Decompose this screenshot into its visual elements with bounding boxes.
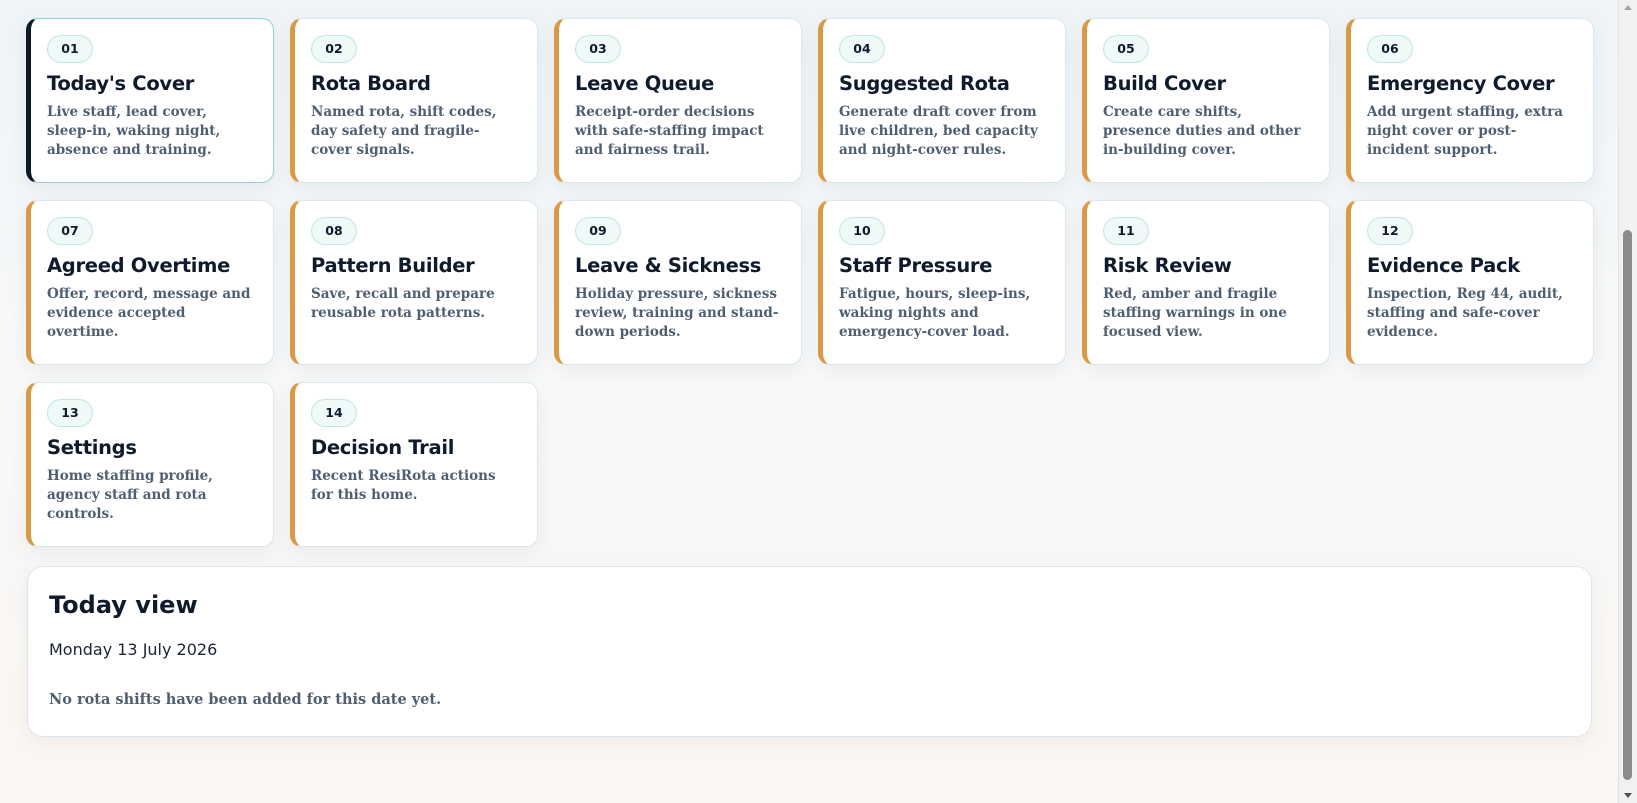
module-card-todays-cover[interactable]: 01 Today's Cover Live staff, lead cover,…: [26, 18, 274, 183]
module-title: Rota Board: [311, 72, 431, 95]
module-title: Evidence Pack: [1367, 254, 1520, 277]
module-card-pattern-builder[interactable]: 08 Pattern Builder Save, recall and prep…: [290, 200, 538, 365]
module-number-badge: 02: [311, 35, 357, 63]
module-number-badge: 14: [311, 399, 357, 427]
module-number-badge: 07: [47, 217, 93, 245]
module-number-badge: 03: [575, 35, 621, 63]
module-title: Staff Pressure: [839, 254, 993, 277]
module-title: Emergency Cover: [1367, 72, 1555, 95]
module-card-agreed-overtime[interactable]: 07 Agreed Overtime Offer, record, messag…: [26, 200, 274, 365]
module-number-badge: 08: [311, 217, 357, 245]
module-description: Live staff, lead cover, sleep-in, waking…: [47, 104, 221, 158]
today-view-panel: Today view Monday 13 July 2026 No rota s…: [27, 566, 1592, 737]
module-number-badge: 05: [1103, 35, 1149, 63]
module-description: Receipt-order decisions with safe-staffi…: [575, 104, 764, 158]
module-description: Generate draft cover from live children,…: [839, 104, 1038, 158]
module-grid: 01 Today's Cover Live staff, lead cover,…: [26, 18, 1594, 547]
module-description: Red, amber and fragile staffing warnings…: [1103, 286, 1287, 340]
module-title: Agreed Overtime: [47, 254, 231, 277]
page: 01 Today's Cover Live staff, lead cover,…: [0, 0, 1619, 803]
module-description: Named rota, shift codes, day safety and …: [311, 104, 497, 158]
module-description: Fatigue, hours, sleep-ins, waking nights…: [839, 286, 1031, 340]
module-card-build-cover[interactable]: 05 Build Cover Create care shifts, prese…: [1082, 18, 1330, 183]
empty-state-message: No rota shifts have been added for this …: [49, 691, 442, 708]
module-number-badge: 12: [1367, 217, 1413, 245]
module-title: Decision Trail: [311, 436, 455, 459]
scrollbar-thumb[interactable]: [1623, 230, 1632, 780]
module-description: Home staffing profile, agency staff and …: [47, 468, 213, 522]
module-title: Settings: [47, 436, 137, 459]
module-number-badge: 13: [47, 399, 93, 427]
module-number-badge: 11: [1103, 217, 1149, 245]
module-description: Inspection, Reg 44, audit, staffing and …: [1367, 286, 1563, 340]
scroll-up-arrow-icon[interactable]: [1624, 5, 1632, 10]
module-number-badge: 01: [47, 35, 93, 63]
vertical-scrollbar[interactable]: [1618, 0, 1637, 803]
module-number-badge: 04: [839, 35, 885, 63]
module-card-leave-queue[interactable]: 03 Leave Queue Receipt-order decisions w…: [554, 18, 802, 183]
module-card-rota-board[interactable]: 02 Rota Board Named rota, shift codes, d…: [290, 18, 538, 183]
module-title: Risk Review: [1103, 254, 1232, 277]
today-date: Monday 13 July 2026: [49, 640, 218, 659]
module-description: Add urgent staffing, extra night cover o…: [1367, 104, 1563, 158]
module-card-settings[interactable]: 13 Settings Home staffing profile, agenc…: [26, 382, 274, 547]
module-description: Holiday pressure, sickness review, train…: [575, 286, 779, 340]
module-card-risk-review[interactable]: 11 Risk Review Red, amber and fragile st…: [1082, 200, 1330, 365]
module-number-badge: 09: [575, 217, 621, 245]
module-card-leave-sickness[interactable]: 09 Leave & Sickness Holiday pressure, si…: [554, 200, 802, 365]
module-description: Offer, record, message and evidence acce…: [47, 286, 251, 340]
module-card-decision-trail[interactable]: 14 Decision Trail Recent ResiRota action…: [290, 382, 538, 547]
module-description: Save, recall and prepare reusable rota p…: [311, 286, 495, 321]
module-description: Recent ResiRota actions for this home.: [311, 468, 496, 503]
module-number-badge: 10: [839, 217, 885, 245]
module-card-emergency-cover[interactable]: 06 Emergency Cover Add urgent staffing, …: [1346, 18, 1594, 183]
today-view-title: Today view: [49, 591, 198, 619]
module-title: Suggested Rota: [839, 72, 1010, 95]
module-title: Today's Cover: [47, 72, 195, 95]
scroll-down-arrow-icon[interactable]: [1624, 793, 1632, 798]
module-card-staff-pressure[interactable]: 10 Staff Pressure Fatigue, hours, sleep-…: [818, 200, 1066, 365]
module-card-evidence-pack[interactable]: 12 Evidence Pack Inspection, Reg 44, aud…: [1346, 200, 1594, 365]
module-number-badge: 06: [1367, 35, 1413, 63]
module-title: Leave & Sickness: [575, 254, 762, 277]
module-title: Leave Queue: [575, 72, 715, 95]
module-card-suggested-rota[interactable]: 04 Suggested Rota Generate draft cover f…: [818, 18, 1066, 183]
module-description: Create care shifts, presence duties and …: [1103, 104, 1301, 158]
module-title: Pattern Builder: [311, 254, 475, 277]
module-title: Build Cover: [1103, 72, 1226, 95]
